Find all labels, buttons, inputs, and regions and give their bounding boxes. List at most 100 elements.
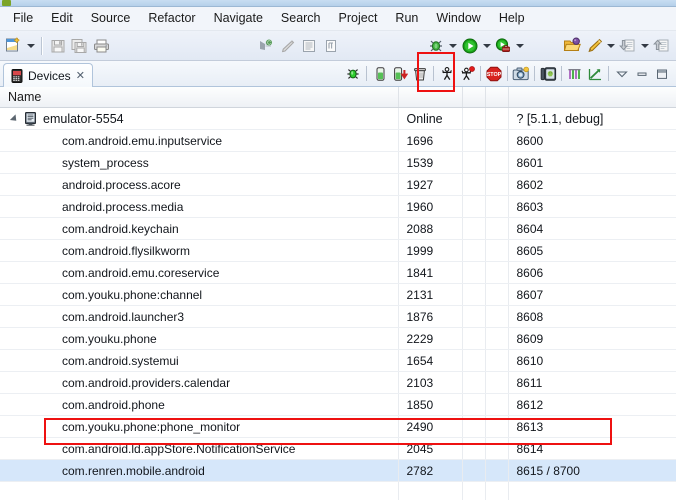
table-row[interactable]: com.android.providers.calendar 2103 8611 <box>0 371 676 394</box>
eclipse-logo-icon <box>2 0 11 6</box>
table-row[interactable]: com.android.ld.appStore.NotificationServ… <box>0 437 676 460</box>
update-threads-button[interactable] <box>437 64 457 84</box>
process-pid-cell: 1841 <box>398 261 463 284</box>
device-info-cell: ? [5.1.1, debug] <box>508 107 676 130</box>
device-row[interactable]: emulator-5554 Online ? [5.1.1, debug] <box>0 107 676 130</box>
toggle-mark-occurrences-button[interactable] <box>298 35 320 57</box>
device-screenshot-button[interactable] <box>538 64 558 84</box>
external-tools-button[interactable] <box>493 35 515 57</box>
table-row[interactable]: com.youku.phone 2229 8609 <box>0 327 676 350</box>
menu-item-window[interactable]: Window <box>427 9 489 28</box>
process-name-cell[interactable]: com.android.emu.inputservice <box>0 129 399 152</box>
process-pid-cell: 2782 <box>398 459 463 482</box>
column-header-pid[interactable] <box>398 87 463 108</box>
process-name-cell[interactable]: com.android.providers.calendar <box>0 371 399 394</box>
run-dropdown-arrow[interactable] <box>481 35 493 57</box>
pencil-edit-button[interactable] <box>277 35 299 57</box>
previous-annotation-button[interactable] <box>617 35 639 57</box>
tab-devices[interactable]: Devices ✕ <box>3 63 93 87</box>
view-menu-button[interactable] <box>612 64 632 84</box>
table-row[interactable]: com.android.flysilkworm 1999 8605 <box>0 239 676 262</box>
annotation-icon <box>588 38 602 53</box>
update-threads-icon <box>442 66 452 80</box>
previous-annotation-dropdown-arrow[interactable] <box>639 35 651 57</box>
table-row[interactable]: com.android.phone 1850 8612 <box>0 393 676 416</box>
external-tools-dropdown-arrow[interactable] <box>514 35 526 57</box>
devices-table: Name emulator-5554 Online ? [5.1.1, debu… <box>0 87 676 500</box>
process-col-a-cell <box>462 393 486 416</box>
save-button[interactable] <box>47 35 69 57</box>
table-row[interactable]: android.process.media 1960 8603 <box>0 195 676 218</box>
debug-process-button[interactable] <box>343 64 363 84</box>
process-name-cell[interactable]: com.android.keychain <box>0 217 399 240</box>
new-file-button[interactable] <box>3 35 25 57</box>
print-button[interactable] <box>90 35 112 57</box>
save-all-button[interactable] <box>68 35 90 57</box>
process-name-cell[interactable]: com.youku.phone:channel <box>0 283 399 306</box>
column-header-a[interactable] <box>462 87 486 108</box>
process-name-cell[interactable]: com.android.launcher3 <box>0 305 399 328</box>
device-screenshot-icon <box>540 66 556 81</box>
table-row[interactable]: com.youku.phone:channel 2131 8607 <box>0 283 676 306</box>
menu-item-source[interactable]: Source <box>82 9 140 28</box>
process-name-cell[interactable]: com.android.ld.appStore.NotificationServ… <box>0 437 399 460</box>
menu-item-search[interactable]: Search <box>272 9 330 28</box>
process-name-cell[interactable]: com.android.emu.coreservice <box>0 261 399 284</box>
maximize-button[interactable] <box>652 64 672 84</box>
process-name-cell[interactable]: system_process <box>0 151 399 174</box>
screen-capture-button[interactable] <box>511 64 531 84</box>
start-method-profiling-button[interactable] <box>457 64 477 84</box>
show-whitespace-button[interactable] <box>320 35 342 57</box>
device-name-cell[interactable]: emulator-5554 <box>0 107 399 130</box>
table-row[interactable]: com.android.keychain 2088 8604 <box>0 217 676 240</box>
process-name-cell[interactable]: com.android.systemui <box>0 349 399 372</box>
annotation-dropdown-arrow[interactable] <box>606 35 618 57</box>
process-port-cell: 8603 <box>508 195 676 218</box>
close-icon[interactable]: ✕ <box>76 70 85 81</box>
annotation-button[interactable] <box>584 35 606 57</box>
menu-item-project[interactable]: Project <box>330 9 387 28</box>
menu-item-help[interactable]: Help <box>490 9 534 28</box>
column-header-port[interactable] <box>508 87 676 108</box>
update-heap-button[interactable] <box>370 64 390 84</box>
menu-item-edit[interactable]: Edit <box>42 9 82 28</box>
view-tab-row: Devices ✕ STOP <box>0 61 676 87</box>
expand-collapse-triangle-icon[interactable] <box>9 113 20 124</box>
opengl-trace-button[interactable] <box>585 64 605 84</box>
chevron-down-icon <box>516 43 525 48</box>
dump-hprof-button[interactable] <box>390 64 410 84</box>
process-name-cell[interactable]: android.process.acore <box>0 173 399 196</box>
menu-item-run[interactable]: Run <box>386 9 427 28</box>
next-annotation-button[interactable] <box>651 35 673 57</box>
menu-item-file[interactable]: File <box>4 9 42 28</box>
debug-button[interactable] <box>425 35 447 57</box>
menu-item-navigate[interactable]: Navigate <box>205 9 272 28</box>
table-row[interactable]: android.process.acore 1927 8602 <box>0 173 676 196</box>
table-row[interactable]: com.renren.mobile.android 2782 8615 / 8700 <box>0 459 676 482</box>
cause-gc-button[interactable] <box>410 64 430 84</box>
run-button[interactable] <box>459 35 481 57</box>
stop-process-button[interactable]: STOP <box>484 64 504 84</box>
build-all-button[interactable]: C <box>255 35 277 57</box>
table-row[interactable]: com.youku.phone:phone_monitor 2490 8613 <box>0 415 676 438</box>
table-row[interactable]: system_process 1539 8601 <box>0 151 676 174</box>
open-type-button[interactable] <box>562 35 584 57</box>
table-row[interactable]: com.android.emu.inputservice 1696 8600 <box>0 129 676 152</box>
process-col-a-cell <box>462 349 486 372</box>
table-row[interactable]: com.android.emu.coreservice 1841 8606 <box>0 261 676 284</box>
systrace-button[interactable] <box>565 64 585 84</box>
table-row[interactable]: com.android.systemui 1654 8610 <box>0 349 676 372</box>
process-name-cell[interactable]: com.youku.phone:phone_monitor <box>0 415 399 438</box>
column-header-b[interactable] <box>485 87 509 108</box>
table-row[interactable]: com.android.launcher3 1876 8608 <box>0 305 676 328</box>
process-name-cell[interactable]: com.youku.phone <box>0 327 399 350</box>
process-name-cell[interactable]: com.android.flysilkworm <box>0 239 399 262</box>
column-header-name[interactable]: Name <box>0 87 399 108</box>
debug-dropdown-arrow[interactable] <box>447 35 459 57</box>
new-file-dropdown-arrow[interactable] <box>25 35 37 57</box>
process-name-cell[interactable]: com.android.phone <box>0 393 399 416</box>
menu-item-refactor[interactable]: Refactor <box>139 9 204 28</box>
process-name-cell[interactable]: android.process.media <box>0 195 399 218</box>
process-name-cell[interactable]: com.renren.mobile.android <box>0 459 399 482</box>
minimize-button[interactable] <box>632 64 652 84</box>
